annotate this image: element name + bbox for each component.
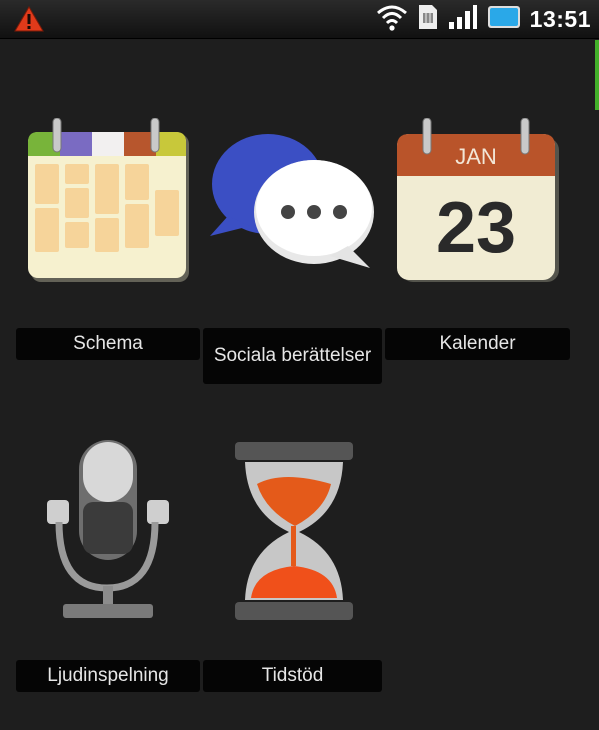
- schedule-calendar-icon[interactable]: [25, 117, 190, 288]
- calendar-month: JAN: [455, 144, 497, 169]
- sim-icon: [417, 3, 439, 36]
- app-label-schema[interactable]: Schema: [16, 328, 200, 360]
- app-label-sociala[interactable]: Sociala berättelser: [203, 328, 382, 384]
- scroll-indicator: [595, 40, 599, 110]
- calendar-day: 23: [436, 188, 516, 268]
- app-label-ljudinspelning[interactable]: Ljudinspelning: [16, 660, 200, 692]
- hourglass-icon[interactable]: [233, 440, 355, 629]
- app-label-tidstod[interactable]: Tidstöd: [203, 660, 382, 692]
- calendar-icon[interactable]: JAN 23: [395, 117, 560, 288]
- battery-icon: [487, 5, 521, 34]
- signal-icon: [448, 4, 478, 35]
- wifi-icon: [376, 3, 408, 36]
- status-bar: 13:51: [0, 0, 599, 39]
- warning-icon[interactable]: [14, 6, 44, 32]
- clock: 13:51: [529, 5, 591, 32]
- microphone-icon[interactable]: [45, 438, 170, 628]
- app-label-kalender[interactable]: Kalender: [385, 328, 570, 360]
- speech-bubbles-icon[interactable]: [210, 128, 375, 283]
